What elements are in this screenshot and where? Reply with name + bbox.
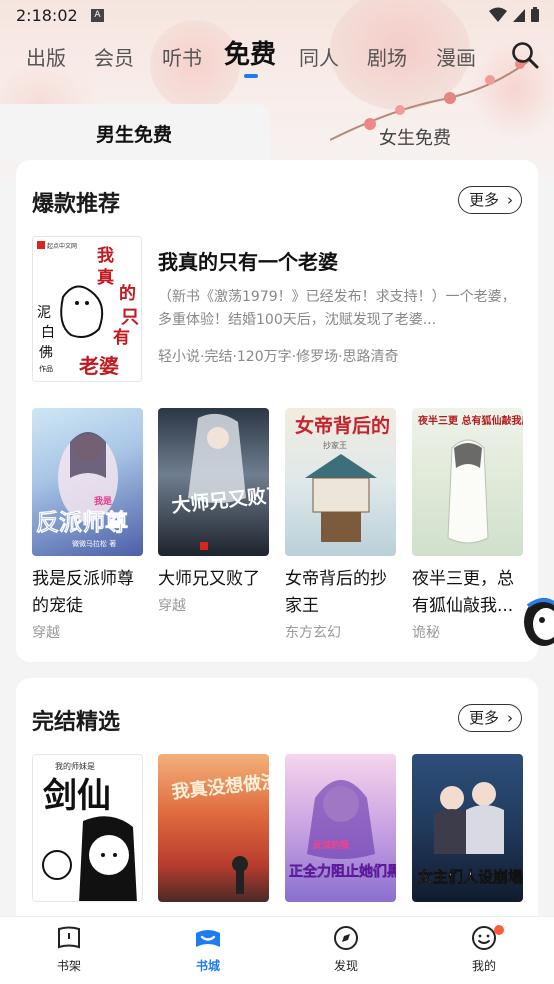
nav-tab-vip[interactable]: 会员 [94, 40, 134, 76]
cover-brand: 起点中文网 [47, 242, 77, 250]
svg-text:白: 白 [41, 325, 55, 341]
book-title: 女帝背后的抄家王 [285, 569, 387, 616]
search-icon[interactable] [510, 40, 540, 70]
svg-text:微微马拉松 著: 微微马拉松 著 [72, 539, 116, 548]
featured-book-meta: 轻小说·完结·120万字·修罗场·思路清奇 [158, 349, 399, 365]
book-item[interactable]: 夜半三更 总有狐仙敲我房门 夜半三更，总有狐仙敲我... 诡秘 [412, 408, 523, 642]
svg-text:夜半三更 总有狐仙敲我房门: 夜半三更 总有狐仙敲我房门 [417, 414, 523, 427]
tab-bookstore[interactable]: 书城 [168, 925, 248, 974]
svg-text:佛: 佛 [39, 345, 53, 361]
book-cover: 我的师妹是 剑仙 [32, 754, 143, 902]
book-item[interactable]: 我是 反派师尊 微微马拉松 著 我是反派师尊的宠徒 穿越 [32, 408, 143, 642]
nav-tab-free[interactable]: 免费 [224, 37, 276, 73]
svg-text:抄家王: 抄家王 [323, 440, 347, 450]
book-cover: 我真没想做渣男 [158, 754, 269, 902]
battery-icon [531, 7, 539, 22]
status-time: 2:18:02 [16, 6, 78, 25]
book-cover: 大师兄又败了 [158, 408, 269, 556]
nav-tab-audio[interactable]: 听书 [162, 40, 202, 76]
book-cover: 我是 反派师尊 微微马拉松 著 [32, 408, 143, 556]
book-item[interactable]: 反派的我 正全力阻止她们黑化 [285, 754, 396, 902]
floating-mascot-button[interactable] [520, 592, 554, 648]
section-title: 完结精选 [32, 710, 121, 735]
tab-label: 发现 [333, 959, 358, 973]
bookstore-icon [196, 930, 220, 947]
bookshelf-icon [58, 926, 80, 949]
svg-text:我真没想做渣男: 我真没想做渣男 [170, 768, 269, 803]
cover-art: 起点中文网 我 真 的 只 有 老婆 泥 白 佛 作品 [33, 237, 141, 381]
active-tab-indicator [244, 74, 258, 78]
book-item[interactable]: 女帝背后的 抄家王 女帝背后的抄家王 东方玄幻 [285, 408, 396, 642]
channel-nav: 出版 会员 听书 免费 同人 剧场 漫画 [0, 40, 554, 82]
svg-text:我: 我 [97, 246, 114, 266]
more-label: 更多 [469, 191, 500, 209]
notification-badge [494, 925, 504, 935]
featured-book-title[interactable]: 我真的只有一个老婆 [158, 246, 338, 275]
tab-profile[interactable]: 我的 [444, 925, 524, 974]
book-cover: 女帝背后的 抄家王 [285, 408, 396, 556]
featured-book-desc: （新书《激荡1979！》已经发布！求支持！）一个老婆，多重体验！结婚100天后，… [158, 289, 516, 328]
nav-tab-fanfic[interactable]: 同人 [299, 40, 339, 76]
bottom-tab-bar: 书架 书城 发现 我的 [0, 916, 554, 984]
svg-text:反派的我: 反派的我 [313, 839, 349, 851]
section-title: 爆款推荐 [32, 192, 121, 217]
svg-text:我的师妹是: 我的师妹是 [55, 761, 95, 771]
tab-label: 书城 [195, 959, 220, 973]
book-cover: 反派的我 正全力阻止她们黑化 [285, 754, 396, 902]
book-cover: 女主们人设崩塌 [412, 754, 523, 902]
svg-text:的: 的 [119, 283, 136, 304]
signal-icon [513, 9, 525, 22]
more-button[interactable]: 更多 › [458, 704, 522, 732]
svg-text:反派师尊: 反派师尊 [36, 509, 128, 536]
svg-text:老婆: 老婆 [79, 354, 119, 378]
chevron-right-icon: › [507, 191, 513, 209]
svg-text:泥: 泥 [37, 305, 51, 321]
svg-text:剑仙: 剑仙 [43, 776, 111, 816]
notification-icon: A [91, 9, 104, 22]
svg-text:正全力阻止她们黑化: 正全力阻止她们黑化 [289, 863, 396, 880]
book-item[interactable]: 我的师妹是 剑仙 [32, 754, 143, 902]
svg-text:我是: 我是 [94, 495, 113, 507]
book-item[interactable]: 大师兄又败了 大师兄又败了 穿越 [158, 408, 269, 615]
book-category: 诡秘 [412, 625, 440, 641]
svg-text:真: 真 [97, 267, 114, 288]
gender-tabs: 男生免费 女生免费 [0, 104, 554, 164]
status-bar: 2:18:02 A [0, 0, 554, 32]
svg-text:女帝背后的: 女帝背后的 [295, 414, 390, 437]
tab-bookshelf[interactable]: 书架 [29, 925, 109, 974]
book-title: 我是反派师尊的宠徒 [32, 569, 134, 616]
featured-book-cover[interactable]: 起点中文网 我 真 的 只 有 老婆 泥 白 佛 作品 [32, 236, 142, 382]
svg-text:有: 有 [113, 327, 130, 348]
nav-tab-publish[interactable]: 出版 [26, 40, 66, 76]
tab-discover[interactable]: 发现 [306, 925, 386, 974]
book-category: 穿越 [158, 598, 186, 614]
chevron-right-icon: › [507, 709, 513, 727]
wifi-icon [489, 7, 507, 22]
more-label: 更多 [469, 709, 500, 727]
book-category: 穿越 [32, 625, 60, 641]
book-cover: 夜半三更 总有狐仙敲我房门 [412, 408, 523, 556]
svg-text:女主们人设崩塌: 女主们人设崩塌 [418, 868, 523, 886]
svg-text:作品: 作品 [39, 364, 53, 373]
tab-female-free[interactable]: 女生免费 [379, 124, 451, 150]
hot-recommend-card: 爆款推荐 更多 › 起点中文网 我 真 的 只 有 老婆 泥 白 佛 作品 我真的… [16, 160, 538, 662]
book-category: 东方玄幻 [285, 625, 341, 641]
discover-icon [334, 926, 358, 950]
nav-tab-comic[interactable]: 漫画 [436, 40, 476, 76]
tab-label: 我的 [471, 959, 496, 973]
tab-male-free[interactable]: 男生免费 [96, 120, 172, 147]
book-item[interactable]: 我真没想做渣男 [158, 754, 269, 902]
book-item[interactable]: 女主们人设崩塌 [412, 754, 523, 902]
nav-tab-theater[interactable]: 剧场 [367, 40, 407, 76]
book-title: 夜半三更，总有狐仙敲我... [412, 569, 514, 616]
svg-text:只: 只 [121, 307, 139, 328]
tab-label: 书架 [56, 959, 81, 973]
more-button[interactable]: 更多 › [458, 186, 522, 214]
